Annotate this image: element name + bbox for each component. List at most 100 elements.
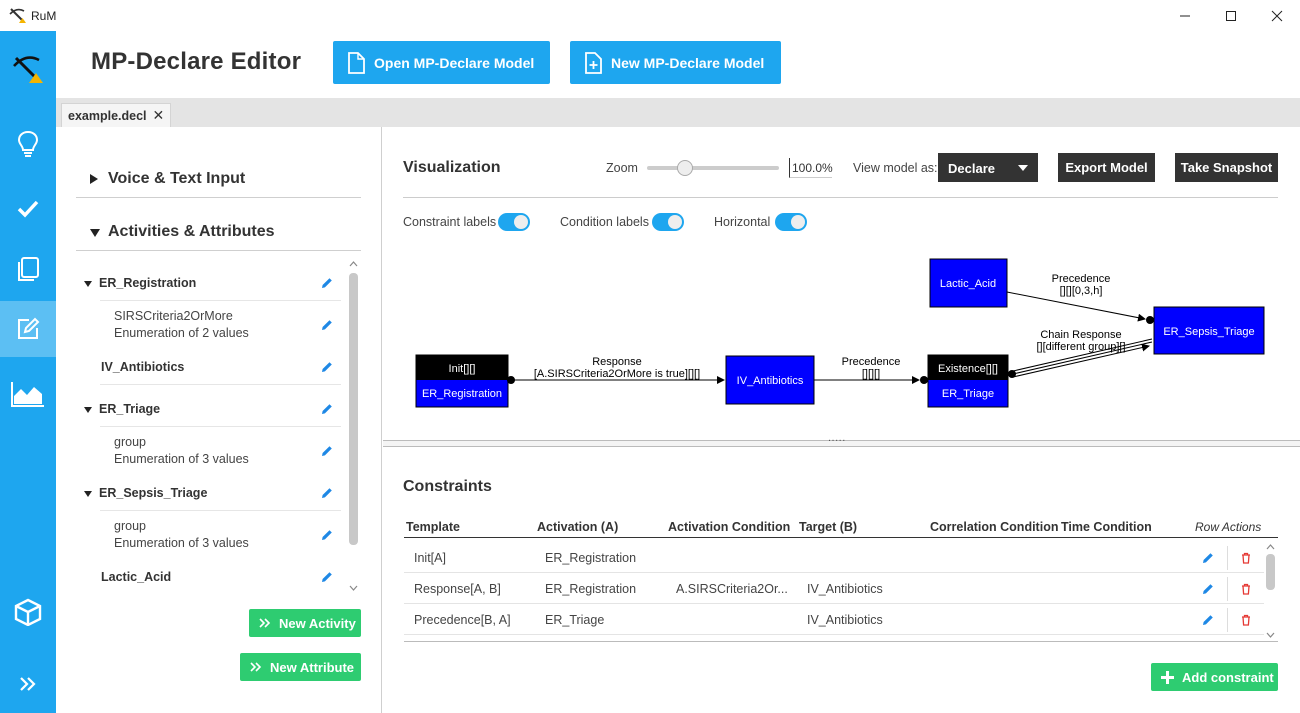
attribute-item[interactable]: group Enumeration of 3 values	[114, 434, 341, 468]
edit-pencil-icon[interactable]	[321, 277, 333, 289]
row-divider	[404, 572, 1264, 573]
new-attribute-button[interactable]: New Attribute	[240, 653, 361, 681]
condition-labels-toggle[interactable]	[652, 213, 684, 231]
column-header-correlation-condition[interactable]: Correlation Condition	[930, 520, 1058, 534]
column-header-time-condition[interactable]: Time Condition	[1061, 520, 1152, 534]
zoom-slider[interactable]	[647, 160, 779, 176]
tab-close-icon[interactable]: ✕	[153, 108, 165, 127]
cell-template: Precedence[B, A]	[414, 613, 511, 627]
attribute-name: group	[114, 519, 146, 533]
divider	[1227, 546, 1228, 570]
attribute-type: Enumeration of 3 values	[114, 452, 249, 466]
edge-label: Response	[592, 356, 642, 368]
node-lactic-acid[interactable]: Lactic_Acid	[929, 258, 1008, 308]
sidebar-item-discovery[interactable]	[0, 116, 56, 172]
edit-pencil-icon[interactable]	[321, 529, 333, 541]
voice-text-input-section[interactable]: Voice & Text Input	[76, 170, 361, 188]
column-header-activation-condition[interactable]: Activation Condition	[668, 520, 790, 534]
node-er-registration[interactable]: Init[][] ER_Registration	[415, 354, 509, 408]
scroll-up-icon[interactable]	[349, 260, 358, 268]
export-model-button[interactable]: Export Model	[1058, 153, 1155, 182]
edge-precedence-iv-triage[interactable]: Precedence [][][]	[814, 356, 928, 384]
lightbulb-icon	[17, 130, 39, 157]
delete-trash-icon[interactable]	[1240, 614, 1252, 626]
activity-name: Lactic_Acid	[101, 570, 172, 584]
scroll-up-icon[interactable]	[1266, 543, 1275, 551]
activity-list-scrollbar[interactable]	[349, 273, 358, 545]
minimize-button[interactable]	[1162, 0, 1208, 31]
declare-model-graph[interactable]: Init[][] ER_Registration IV_Antibiotics …	[383, 240, 1300, 440]
zoom-slider-thumb[interactable]	[677, 160, 693, 176]
cell-template: Init[A]	[414, 551, 446, 565]
sidebar-item-conformance[interactable]	[0, 181, 56, 237]
constraints-table-scrollbar[interactable]	[1266, 554, 1275, 590]
column-header-activation[interactable]: Activation (A)	[537, 520, 618, 534]
attribute-item[interactable]: SIRSCriteria2OrMore Enumeration of 2 val…	[114, 308, 341, 342]
condition-labels-label: Condition labels	[560, 215, 649, 229]
sidebar-home-logo[interactable]	[0, 41, 56, 97]
sidebar-item-logs[interactable]	[0, 241, 56, 297]
cube-icon	[14, 598, 42, 626]
tab-example-decl[interactable]: example.decl ✕	[61, 103, 172, 127]
row-divider	[100, 426, 341, 427]
horizontal-toggle[interactable]	[775, 213, 807, 231]
divider	[76, 250, 361, 251]
node-er-sepsis-triage[interactable]: ER_Sepsis_Triage	[1153, 306, 1265, 355]
edit-icon	[18, 317, 40, 339]
edge-precedence-lactic-sepsis[interactable]: Precedence [][][0,3,h]	[1006, 273, 1154, 324]
column-header-template[interactable]: Template	[406, 520, 460, 534]
node-label: Init[][]	[449, 363, 476, 375]
sidebar-expand-button[interactable]	[0, 656, 56, 712]
edge-label: Precedence	[1052, 273, 1111, 285]
add-constraint-button[interactable]: Add constraint	[1151, 663, 1278, 691]
delete-trash-icon[interactable]	[1240, 552, 1252, 564]
edit-pencil-icon[interactable]	[321, 445, 333, 457]
collapse-down-icon	[84, 281, 92, 287]
node-iv-antibiotics[interactable]: IV_Antibiotics	[725, 355, 815, 405]
close-window-button[interactable]	[1254, 0, 1300, 31]
edit-pencil-icon[interactable]	[1202, 552, 1214, 564]
row-divider	[100, 300, 341, 301]
edit-pencil-icon[interactable]	[321, 403, 333, 415]
delete-trash-icon[interactable]	[1240, 583, 1252, 595]
node-label: Existence[][]	[938, 363, 998, 375]
scroll-down-icon[interactable]	[1266, 631, 1275, 639]
constraint-labels-toggle[interactable]	[498, 213, 530, 231]
sidebar-item-model[interactable]	[0, 584, 56, 640]
activities-attributes-section[interactable]: Activities & Attributes	[76, 223, 361, 241]
tab-label: example.decl	[68, 109, 147, 123]
edit-pencil-icon[interactable]	[321, 361, 333, 373]
new-model-button[interactable]: New MP-Declare Model	[570, 41, 781, 84]
sidebar-item-statistics[interactable]	[0, 366, 56, 422]
rum-logo-icon	[9, 8, 26, 23]
edit-pencil-icon[interactable]	[1202, 583, 1214, 595]
edge-label: Chain Response	[1040, 329, 1121, 341]
take-snapshot-button[interactable]: Take Snapshot	[1175, 153, 1278, 182]
scroll-down-icon[interactable]	[349, 584, 358, 592]
sidebar-item-editor[interactable]	[0, 301, 56, 357]
maximize-button[interactable]	[1208, 0, 1254, 31]
node-label: ER_Sepsis_Triage	[1163, 326, 1254, 338]
zoom-value-field[interactable]: 100.0%	[789, 158, 833, 178]
attribute-item[interactable]: group Enumeration of 3 values	[114, 518, 341, 552]
node-er-triage[interactable]: Existence[][] ER_Triage	[927, 354, 1009, 408]
activity-name: ER_Triage	[99, 402, 161, 416]
column-header-target[interactable]: Target (B)	[799, 520, 857, 534]
open-model-button[interactable]: Open MP-Declare Model	[333, 41, 550, 84]
edit-pencil-icon[interactable]	[1202, 614, 1214, 626]
visualization-title: Visualization	[403, 159, 501, 176]
new-activity-button[interactable]: New Activity	[249, 609, 361, 637]
window-titlebar: RuM	[0, 0, 1300, 31]
cell-target: IV_Antibiotics	[807, 613, 883, 627]
edge-response[interactable]: Response [A.SIRSCriteria2OrMore is true]…	[507, 356, 725, 384]
cell-activation: ER_Registration	[545, 582, 637, 596]
edit-pencil-icon[interactable]	[321, 571, 333, 583]
edit-pencil-icon[interactable]	[321, 487, 333, 499]
view-as-dropdown[interactable]: Declare	[938, 153, 1038, 182]
tab-strip	[56, 98, 1300, 127]
edge-chain-response[interactable]: Chain Response [][different group][]	[1008, 329, 1153, 378]
attribute-name: group	[114, 435, 146, 449]
splitter-grip[interactable]: .....	[828, 432, 846, 444]
edit-pencil-icon[interactable]	[321, 319, 333, 331]
pane-splitter[interactable]: .....	[383, 432, 1300, 447]
